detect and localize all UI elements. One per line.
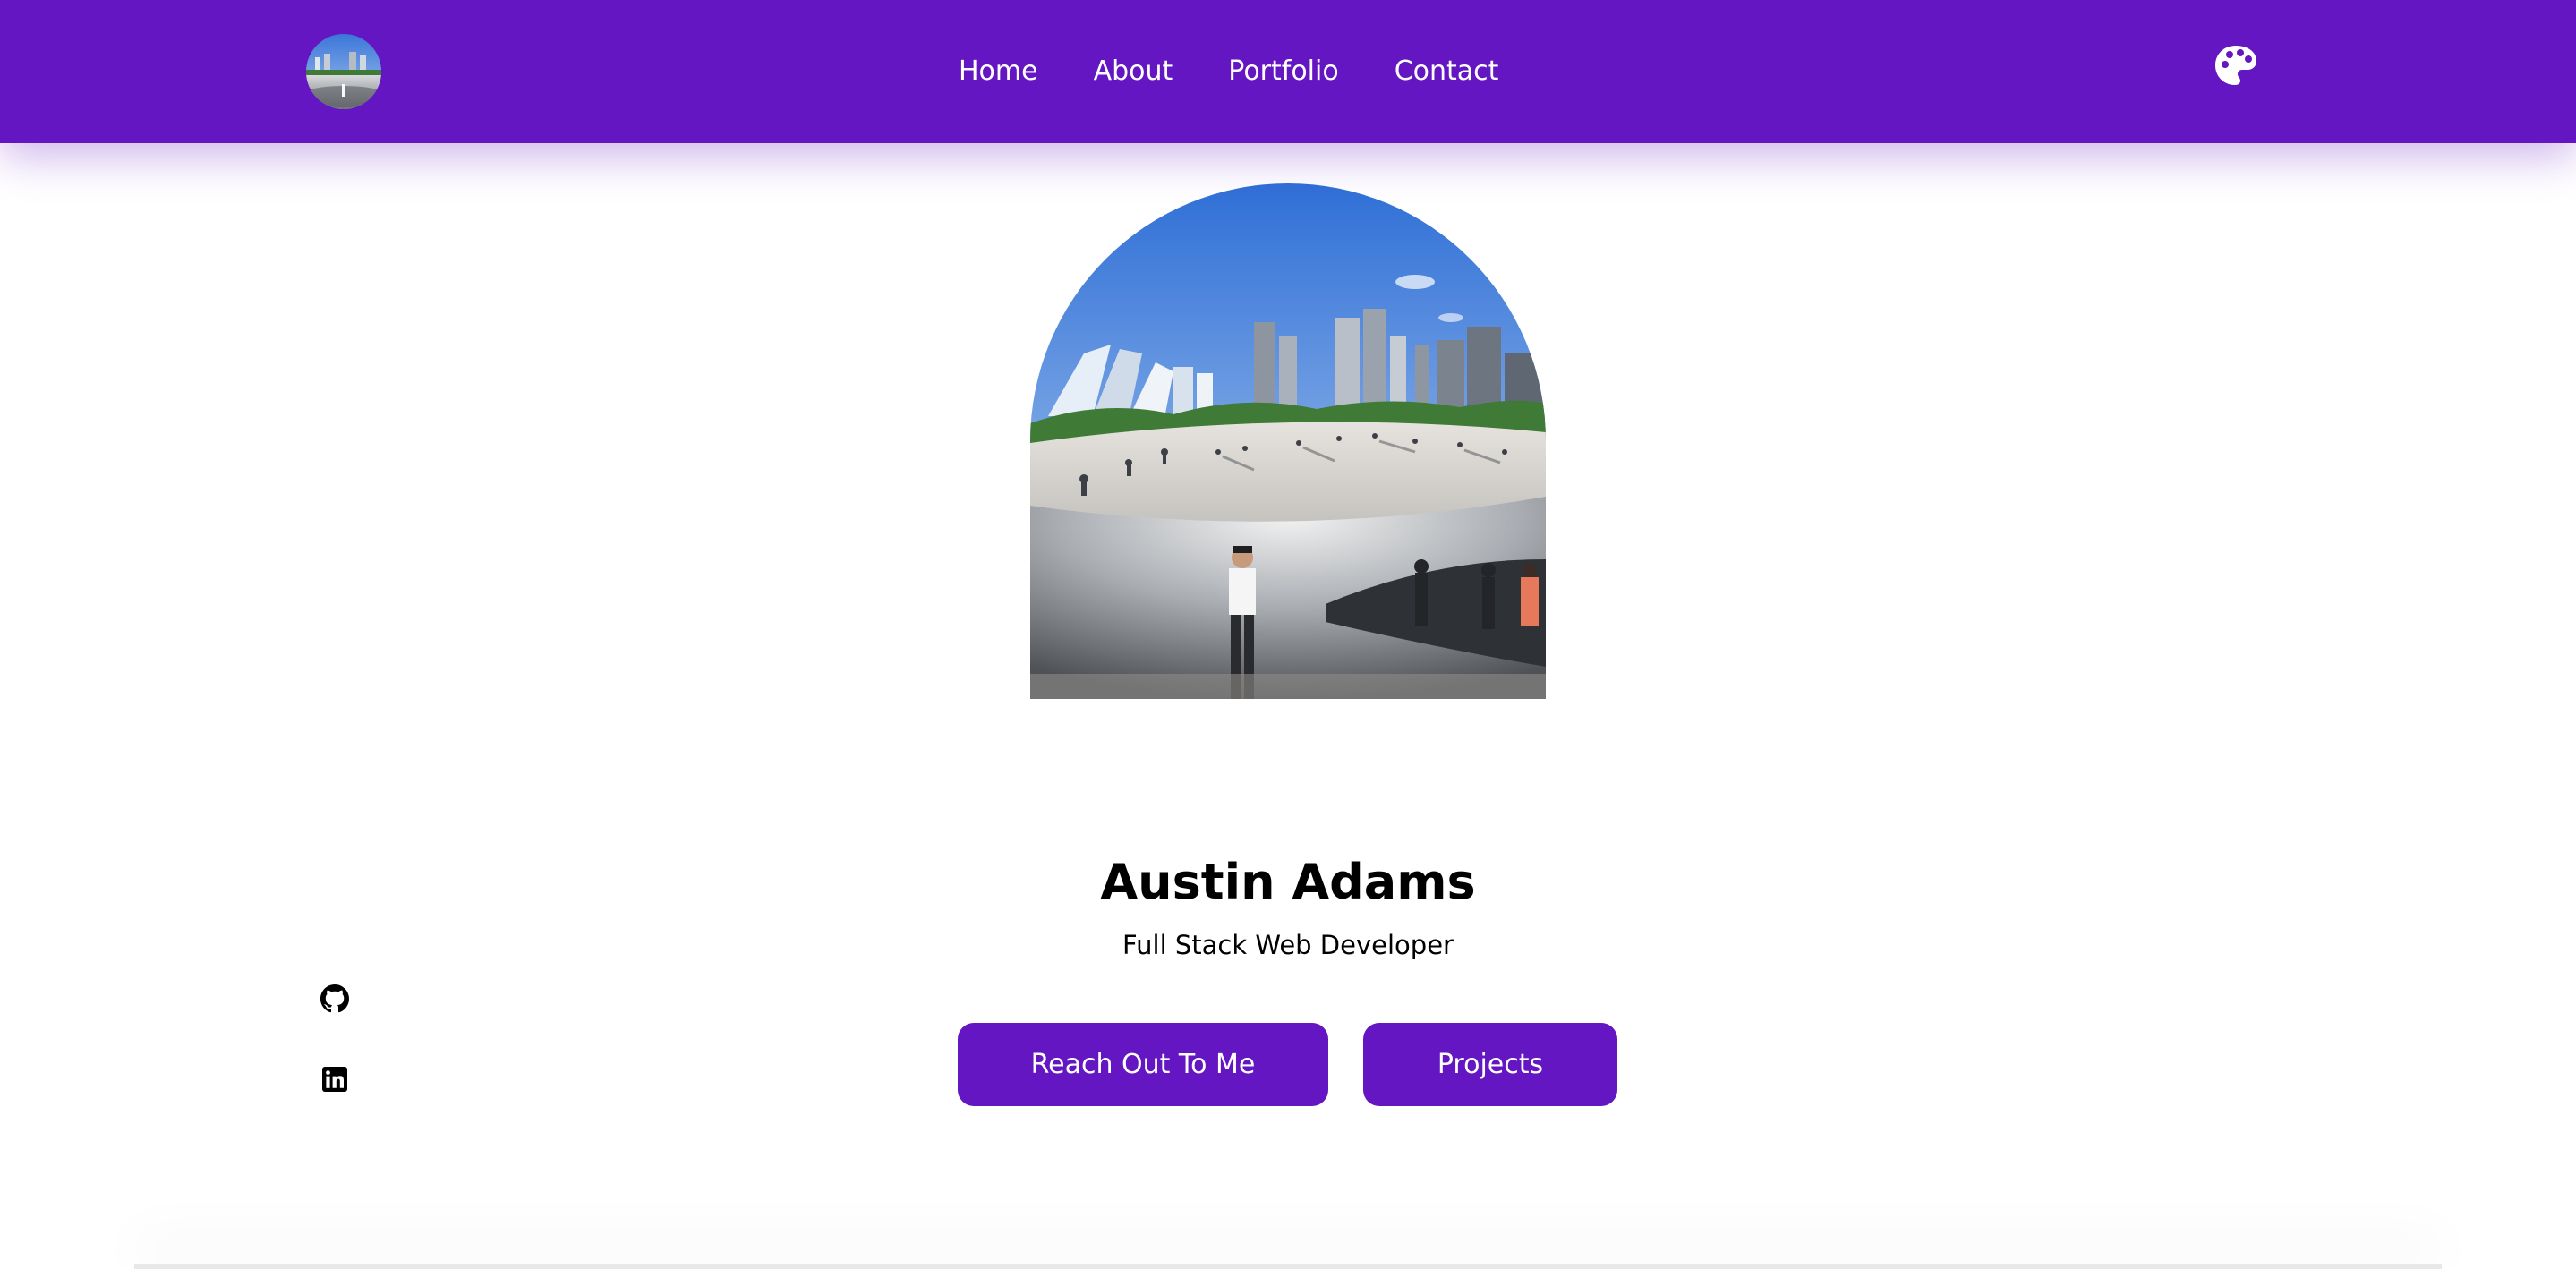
theme-toggle-button[interactable]: [2211, 40, 2261, 90]
hero-photo-image: [1030, 183, 1546, 699]
hero-photo: [1030, 183, 1546, 699]
linkedin-icon: [322, 1067, 347, 1092]
page: Home About Portfolio Contact Austin Adam…: [0, 0, 2576, 1269]
nav-link-about[interactable]: About: [1066, 45, 1201, 98]
section-divider: [134, 1264, 2442, 1269]
palette-icon: [2215, 46, 2256, 85]
github-icon: [320, 984, 349, 1013]
github-link[interactable]: [320, 984, 349, 1013]
nav-link-portfolio[interactable]: Portfolio: [1200, 45, 1366, 98]
reach-out-button[interactable]: Reach Out To Me: [958, 1023, 1328, 1106]
projects-button[interactable]: Projects: [1363, 1023, 1617, 1106]
avatar-image: [306, 34, 381, 109]
hero-name: Austin Adams: [1100, 854, 1476, 910]
nav-link-contact[interactable]: Contact: [1367, 45, 1527, 98]
nav-link-home[interactable]: Home: [931, 45, 1066, 98]
navbar: Home About Portfolio Contact: [0, 0, 2576, 143]
linkedin-link[interactable]: [320, 1065, 349, 1094]
hero-subtitle: Full Stack Web Developer: [1122, 930, 1454, 960]
nav-avatar[interactable]: [306, 34, 381, 109]
nav-links: Home About Portfolio Contact: [931, 45, 1526, 98]
